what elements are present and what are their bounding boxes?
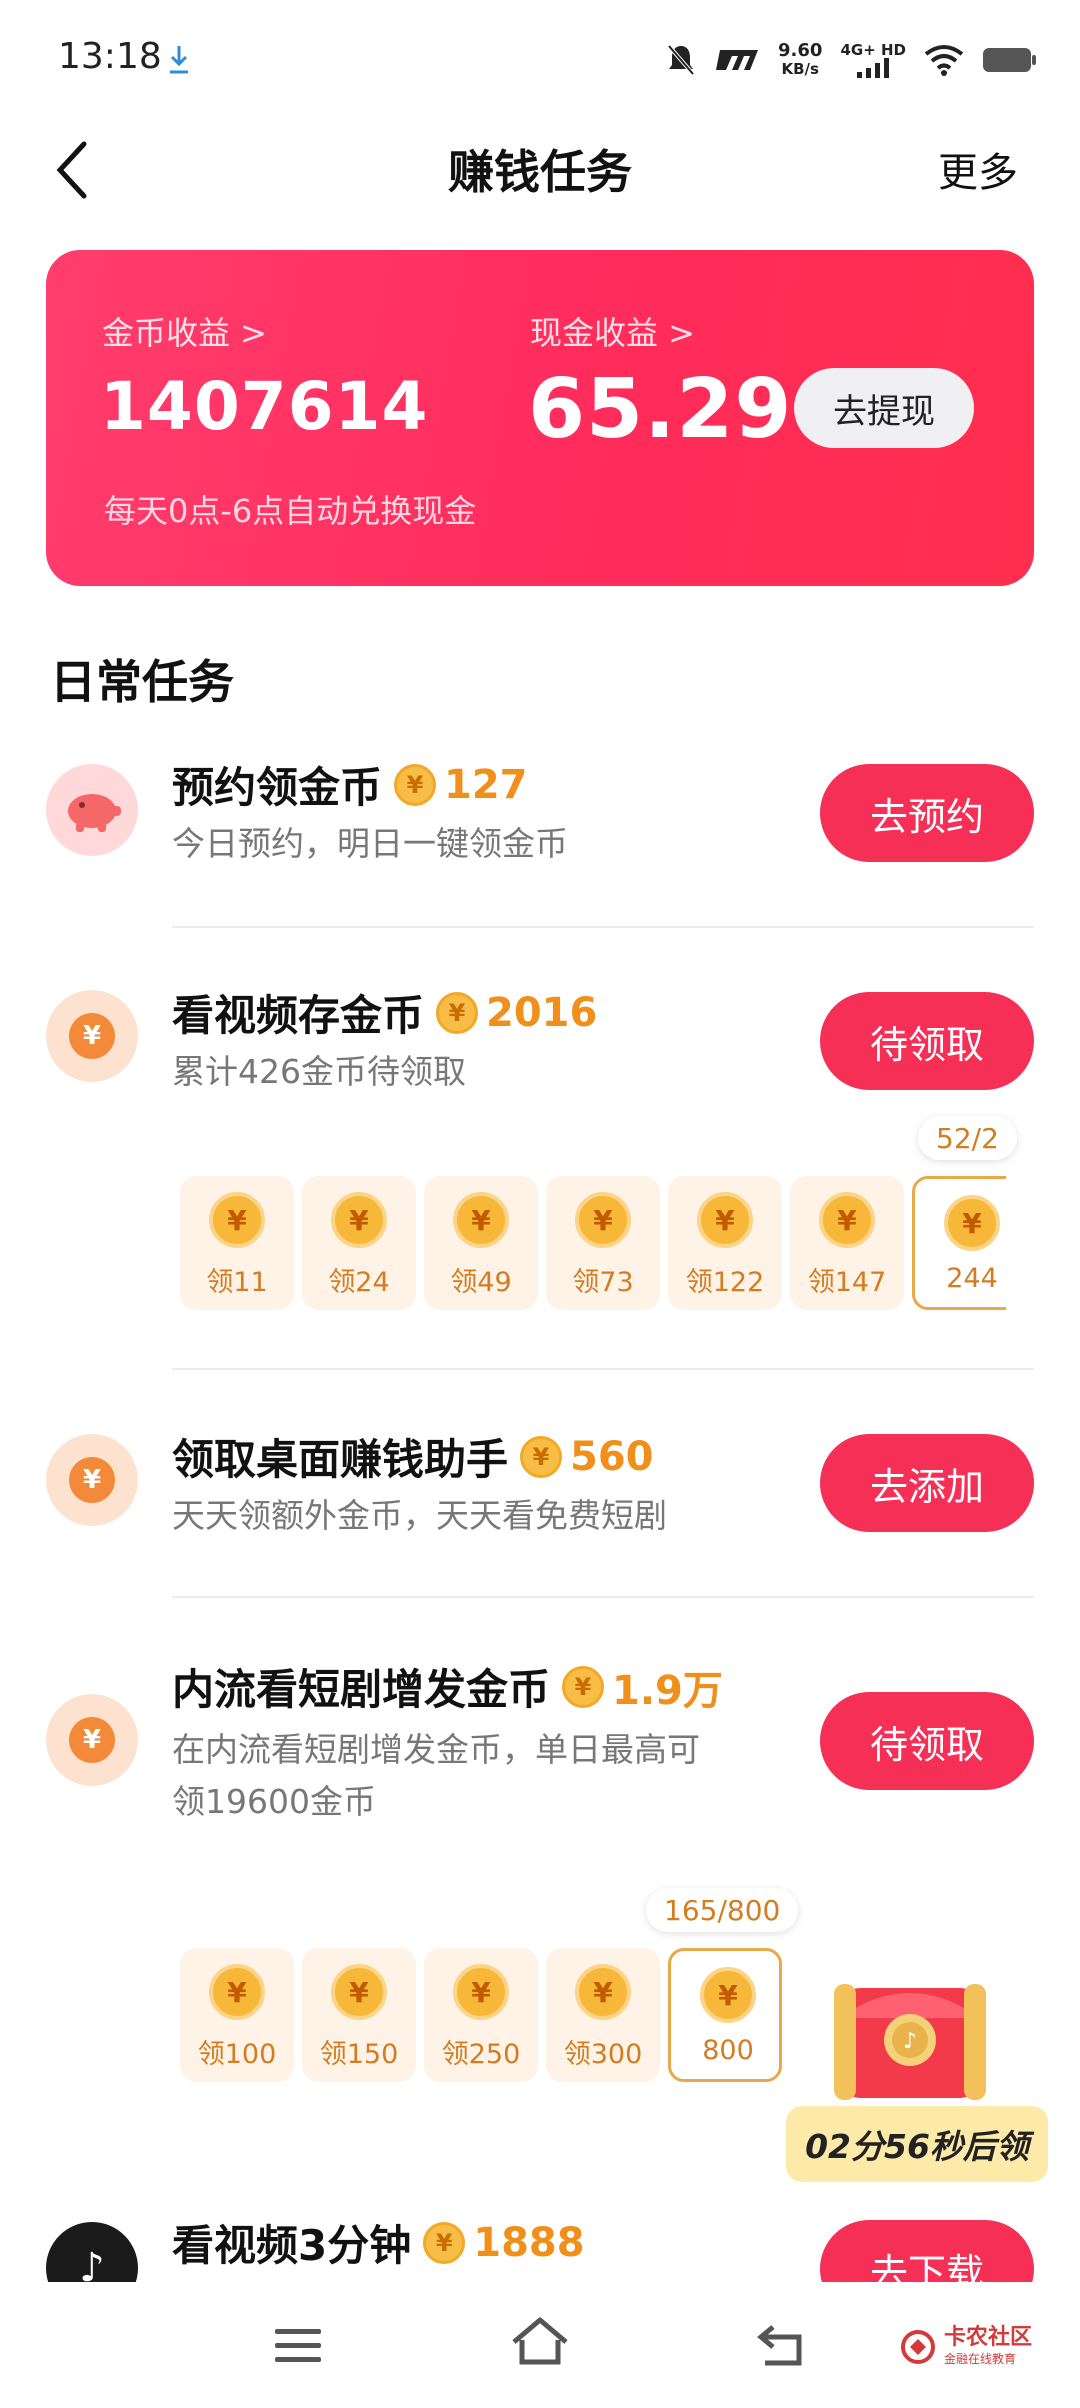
- coin-icon: ¥: [944, 1195, 1000, 1251]
- home-icon[interactable]: [500, 2306, 580, 2376]
- task-subtitle: 天天领额外金币，天天看免费短剧: [172, 1496, 667, 1535]
- reward-chip-current[interactable]: ¥800: [668, 1948, 782, 2082]
- coin-icon: ¥: [331, 1964, 387, 2020]
- carrier-logo-icon: [716, 50, 759, 70]
- reward-chip[interactable]: ¥ 领49: [424, 1176, 538, 1310]
- coin-earnings-link[interactable]: 金币收益 >: [102, 308, 267, 354]
- task-title: 看视频3分钟 ¥ 1888: [172, 2219, 585, 2271]
- coin-icon: ¥: [575, 1964, 631, 2020]
- watermark-logo-icon: [901, 2329, 935, 2364]
- task-reward: 1.9万: [612, 1667, 723, 1714]
- task-subtitle-line2: 领19600金币: [172, 1782, 376, 1821]
- coin-icon: ¥: [575, 1192, 631, 1248]
- progress-bubble: 165/800: [646, 1888, 799, 1932]
- battery-icon: [983, 48, 1036, 72]
- coin-icon: ¥: [436, 991, 479, 1034]
- task-reward: 560: [570, 1433, 654, 1480]
- page-title: 赚钱任务: [448, 145, 632, 199]
- task-subtitle: 今日预约，明日一键领金币: [172, 824, 568, 863]
- section-title: 日常任务: [50, 655, 234, 709]
- task-subtitle: 累计426金币待领取: [172, 1052, 466, 1091]
- wifi-icon: [924, 45, 964, 76]
- task-title: 领取桌面赚钱助手 ¥ 560: [172, 1433, 654, 1485]
- signal-group: 4G+ HD: [840, 42, 906, 78]
- task-reward: 1888: [473, 2219, 585, 2266]
- treasure-chest-icon[interactable]: ♪: [820, 1948, 1000, 2108]
- divider: [172, 1368, 1034, 1370]
- reward-strip: ¥ 领11 ¥ 领24 ¥ 领49 ¥ 领73 ¥ 领122 ¥ 领147 ¥244: [180, 1176, 1006, 1320]
- coin-icon: ¥: [209, 1964, 265, 2020]
- coin-icon: ¥: [819, 1192, 875, 1248]
- net-speed: 9.60 KB/s: [778, 40, 823, 78]
- signal-bars-icon: [857, 58, 890, 78]
- countdown-badge: 02分56秒后领: [786, 2106, 1048, 2182]
- more-button[interactable]: 更多: [938, 140, 1018, 198]
- watermark: 卡农社区 金融在线教育: [900, 2326, 1032, 2367]
- divider: [172, 1596, 1034, 1598]
- reward-chip[interactable]: ¥ 领147: [790, 1176, 904, 1310]
- reward-strip: ¥ 领100 ¥ 领150 ¥ 领250 ¥ 领300 ¥800: [180, 1948, 800, 2092]
- back-nav-icon[interactable]: [742, 2310, 822, 2380]
- coin-icon: ¥: [453, 1192, 509, 1248]
- coin-icon: ¥: [394, 763, 437, 806]
- reward-chip-current[interactable]: ¥244: [912, 1176, 1006, 1310]
- reward-chip[interactable]: ¥ 领150: [302, 1948, 416, 2082]
- download-icon: [170, 46, 188, 74]
- menu-icon[interactable]: [258, 2310, 338, 2380]
- task-title: 内流看短剧增发金币 ¥ 1.9万: [172, 1656, 723, 1717]
- cash-earnings-value: 65.29: [528, 362, 793, 457]
- task-reward: 127: [444, 761, 528, 808]
- coin-icon: ¥: [520, 1435, 563, 1478]
- claim-button[interactable]: 待领取: [820, 1692, 1034, 1790]
- claim-button[interactable]: 待领取: [820, 992, 1034, 1090]
- coin-icon: ¥: [562, 1665, 605, 1708]
- cash-earnings-link[interactable]: 现金收益 >: [530, 308, 695, 354]
- mute-bell-icon: [667, 44, 695, 76]
- svg-text:♪: ♪: [903, 2029, 917, 2054]
- withdraw-button[interactable]: 去提现: [794, 368, 974, 448]
- status-time: 13:18: [58, 36, 162, 77]
- reward-chip[interactable]: ¥ 领250: [424, 1948, 538, 2082]
- coin-icon: ¥: [697, 1192, 753, 1248]
- reserve-button[interactable]: 去预约: [820, 764, 1034, 862]
- reward-chip[interactable]: ¥ 领11: [180, 1176, 294, 1310]
- task-reward: 2016: [486, 989, 598, 1036]
- task-title: 看视频存金币 ¥ 2016: [172, 989, 598, 1041]
- coin-icon: ¥: [331, 1192, 387, 1248]
- coin-icon: ¥: [700, 1967, 756, 2023]
- coin-task-icon: ¥: [46, 1694, 138, 1786]
- coin-task-icon: ¥: [46, 1434, 138, 1526]
- status-icons: 9.60 KB/s 4G+ HD: [666, 36, 1038, 84]
- coin-icon: ¥: [209, 1192, 265, 1248]
- coin-icon: ¥: [423, 2221, 466, 2264]
- reward-chip[interactable]: ¥ 领24: [302, 1176, 416, 1310]
- add-widget-button[interactable]: 去添加: [820, 1434, 1034, 1532]
- piggy-bank-icon: [46, 764, 138, 856]
- task-subtitle-line1: 在内流看短剧增发金币，单日最高可: [172, 1730, 700, 1769]
- reward-chip[interactable]: ¥ 领73: [546, 1176, 660, 1310]
- reward-chip[interactable]: ¥ 领122: [668, 1176, 782, 1310]
- task-title: 预约领金币 ¥ 127: [172, 761, 528, 813]
- coin-task-icon: ¥: [46, 990, 138, 1082]
- divider: [172, 926, 1034, 928]
- earnings-card: 金币收益 > 1407614 现金收益 > 65.29 去提现 每天0点-6点自…: [46, 250, 1034, 586]
- reward-chip[interactable]: ¥ 领100: [180, 1948, 294, 2082]
- progress-bubble: 52/2: [918, 1116, 1017, 1160]
- coin-icon: ¥: [453, 1964, 509, 2020]
- reward-chip[interactable]: ¥ 领300: [546, 1948, 660, 2082]
- exchange-note: 每天0点-6点自动兑换现金: [104, 492, 477, 530]
- coin-earnings-value: 1407614: [100, 368, 429, 445]
